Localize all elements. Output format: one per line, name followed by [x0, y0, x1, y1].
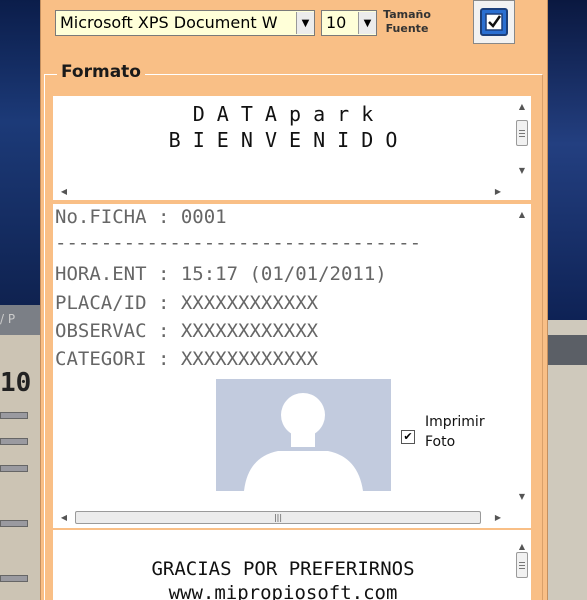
ticket-format-window: Microsoft XPS Document W ▼ 10 ▼ Tamaño Fu… — [40, 0, 548, 600]
header-line-1: D A T A p a r k — [192, 102, 374, 126]
scroll-right-arrow-icon[interactable]: ▶ — [489, 509, 507, 525]
background-line — [0, 520, 28, 527]
background-window-right-bar — [548, 335, 587, 365]
format-toolbar: Microsoft XPS Document W ▼ 10 ▼ Tamaño Fu… — [41, 0, 549, 62]
footer-vertical-scrollbar[interactable]: ▲ — [513, 530, 531, 600]
font-size-label: Tamaño Fuente — [383, 8, 431, 35]
avatar-placeholder-image — [216, 379, 391, 491]
header-panel: D A T A p a r k B I E N V E N I D O ▲ ▼ … — [53, 96, 531, 200]
ticket-body-panel: No.FICHA : 0001 ------------------------… — [53, 204, 531, 528]
background-line — [0, 465, 28, 472]
font-select-value: Microsoft XPS Document W — [60, 13, 278, 32]
background-window-text: / P — [0, 312, 16, 326]
header-horizontal-scrollbar[interactable]: ◀ ▶ — [53, 182, 531, 200]
background-line — [0, 438, 28, 445]
ticket-horizontal-scrollbar[interactable]: ◀ ||| ▶ — [53, 508, 531, 526]
print-photo-label: Imprimir Foto — [425, 414, 485, 450]
background-line — [0, 575, 28, 582]
scroll-thumb[interactable] — [516, 120, 528, 146]
desktop-background-left — [0, 0, 40, 305]
scroll-left-arrow-icon[interactable]: ◀ — [55, 509, 73, 525]
scroll-thumb[interactable]: ||| — [75, 511, 481, 524]
footer-panel: GRACIAS POR PREFERIRNOS www.mipropiosoft… — [53, 530, 531, 600]
ticket-observ: OBSERVAC : XXXXXXXXXXXX — [55, 320, 319, 342]
font-select[interactable]: Microsoft XPS Document W ▼ — [55, 10, 315, 36]
check-icon — [480, 8, 508, 36]
chevron-down-icon[interactable]: ▼ — [296, 12, 314, 34]
background-window-left — [0, 305, 40, 600]
scroll-up-arrow-icon[interactable]: ▲ — [513, 206, 531, 222]
header-vertical-scrollbar[interactable]: ▲ ▼ — [513, 96, 531, 182]
chevron-down-icon[interactable]: ▼ — [358, 12, 376, 34]
scroll-left-arrow-icon[interactable]: ◀ — [55, 183, 73, 199]
ticket-divider: -------------------------------- — [55, 232, 422, 254]
scroll-right-arrow-icon[interactable]: ▶ — [489, 183, 507, 199]
ticket-vertical-scrollbar[interactable]: ▲ ▼ — [513, 204, 531, 510]
ticket-hora: HORA.ENT : 15:17 (01/01/2011) — [55, 263, 387, 285]
ticket-placa: PLACA/ID : XXXXXXXXXXXX — [55, 292, 319, 314]
scroll-down-arrow-icon[interactable]: ▼ — [513, 488, 531, 504]
footer-line-2: www.mipropiosoft.com — [168, 582, 398, 600]
person-silhouette-icon — [244, 393, 363, 491]
print-photo-checkbox[interactable]: ✔ — [401, 430, 415, 444]
scroll-up-arrow-icon[interactable]: ▲ — [513, 98, 531, 114]
footer-line-1: GRACIAS POR PREFERIRNOS — [151, 558, 415, 580]
formato-legend: Formato — [57, 62, 145, 82]
scroll-down-arrow-icon[interactable]: ▼ — [513, 162, 531, 178]
desktop-background-right — [548, 0, 587, 320]
header-line-2: B I E N V E N I D O — [168, 128, 398, 152]
ticket-categ: CATEGORI : XXXXXXXXXXXX — [55, 348, 319, 370]
background-window-number: 10 — [0, 368, 32, 398]
background-line — [0, 412, 28, 419]
apply-button[interactable] — [473, 0, 515, 44]
font-size-select[interactable]: 10 ▼ — [321, 10, 377, 36]
font-size-value: 10 — [326, 13, 347, 32]
scroll-thumb[interactable] — [516, 552, 528, 578]
ticket-ficha: No.FICHA : 0001 — [55, 206, 227, 228]
